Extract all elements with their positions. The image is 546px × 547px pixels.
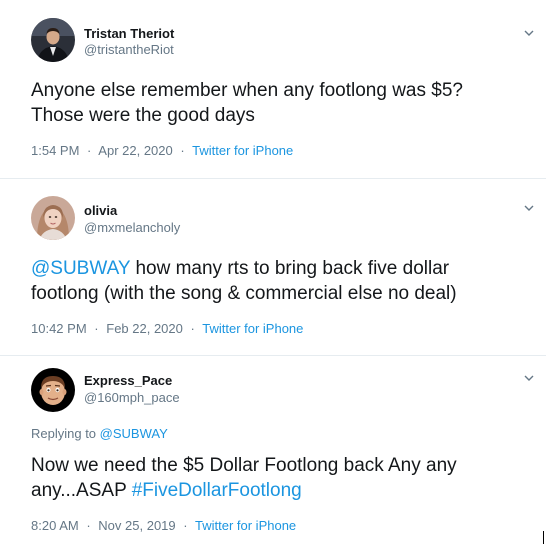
display-name[interactable]: Tristan Theriot [84,26,174,41]
tweet-text-line: Now we need the $5 Dollar Footlong back … [31,455,457,476]
tweet-source-link[interactable]: Twitter for iPhone [202,321,303,336]
meta-separator: · [190,321,195,336]
tweet-text-line: Those were the good days [31,105,255,126]
display-name[interactable]: Express_Pace [84,373,172,388]
meta-separator: · [183,518,188,533]
tweet-source-link[interactable]: Twitter for iPhone [195,518,296,533]
replying-to-line: Replying to @SUBWAY [31,426,168,441]
replying-to-label: Replying to [31,426,100,441]
reply-mention-link[interactable]: @SUBWAY [100,426,168,441]
meta-separator: · [180,143,185,158]
meta-separator: · [94,321,99,336]
tweet-text: @SUBWAY how many rts to bring back five … [31,256,531,306]
tweet-meta: 10:42 PM · Feb 22, 2020 · Twitter for iP… [31,321,303,336]
mention-link[interactable]: @SUBWAY [31,258,130,279]
woman-avatar-icon [31,196,75,240]
tweet-3[interactable]: Express_Pace @160mph_pace Replying to @S… [0,356,546,547]
tweet-text-line: footlong (with the song & commercial els… [31,283,457,304]
person-in-suit-avatar-icon [31,18,75,62]
tweet-time[interactable]: 8:20 AM [31,518,79,533]
handle[interactable]: @mxmelancholy [84,220,180,235]
hashtag-link[interactable]: #FiveDollarFootlong [132,480,302,501]
tweet-text-line: Anyone else remember when any footlong w… [31,80,463,101]
tweet-time[interactable]: 10:42 PM [31,321,87,336]
handle[interactable]: @tristantheRiot [84,42,174,57]
tweet-text: Anyone else remember when any footlong w… [31,78,531,128]
tweet-source-link[interactable]: Twitter for iPhone [192,143,293,158]
display-name[interactable]: olivia [84,203,117,218]
tweet-text-line: @SUBWAY how many rts to bring back five … [31,256,531,281]
avatar[interactable] [31,368,75,412]
meta-separator: · [87,143,92,158]
tweet-date[interactable]: Nov 25, 2019 [98,518,175,533]
tweet-date[interactable]: Apr 22, 2020 [98,143,172,158]
avatar[interactable] [31,196,75,240]
tweet-2[interactable]: olivia @mxmelancholy @SUBWAY how many rt… [0,179,546,355]
handle[interactable]: @160mph_pace [84,390,180,405]
tweet-text-fragment: any...ASAP [31,480,132,501]
tweet-time[interactable]: 1:54 PM [31,143,79,158]
tweet-date[interactable]: Feb 22, 2020 [106,321,183,336]
text-cursor [543,531,544,544]
chevron-down-icon[interactable] [522,26,536,40]
chevron-down-icon[interactable] [522,371,536,385]
avatar[interactable] [31,18,75,62]
tweet-text-fragment: how many rts to bring back five dollar [130,258,450,279]
meta-separator: · [86,518,91,533]
tweet-text-line: any...ASAP #FiveDollarFootlong [31,478,531,503]
tweet-meta: 8:20 AM · Nov 25, 2019 · Twitter for iPh… [31,518,296,533]
chevron-down-icon[interactable] [522,201,536,215]
memoji-avatar-icon [31,368,75,412]
tweet-1[interactable]: Tristan Theriot @tristantheRiot Anyone e… [0,0,546,178]
tweet-meta: 1:54 PM · Apr 22, 2020 · Twitter for iPh… [31,143,293,158]
tweet-text: Now we need the $5 Dollar Footlong back … [31,453,531,503]
